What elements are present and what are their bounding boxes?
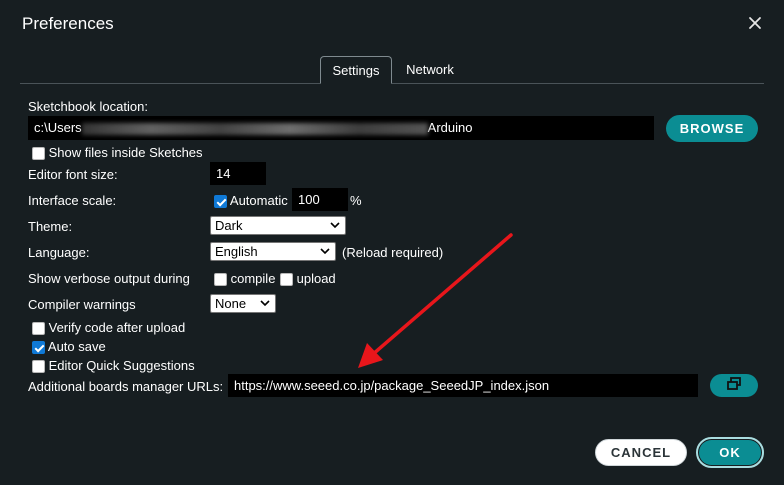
interface-scale-label: Interface scale: <box>28 193 117 208</box>
quick-suggestions-label: Editor Quick Suggestions <box>48 358 195 373</box>
auto-save-checkbox[interactable] <box>32 341 45 355</box>
verbose-output-label: Show verbose output during <box>28 271 190 286</box>
chevron-down-icon <box>320 248 330 255</box>
verbose-compile-row: compile <box>214 271 276 287</box>
reload-required-note: (Reload required) <box>342 245 444 260</box>
tabs-divider <box>20 83 764 84</box>
language-select[interactable]: English <box>210 242 336 261</box>
tab-network[interactable]: Network <box>396 56 464 84</box>
sketchbook-path-suffix: Arduino <box>427 120 473 135</box>
compiler-warnings-selected-value: None <box>215 296 247 311</box>
percent-sign: % <box>350 193 362 208</box>
sketchbook-location-label: Sketchbook location: <box>28 99 148 114</box>
theme-selected-value: Dark <box>215 218 243 233</box>
close-icon[interactable] <box>745 13 765 33</box>
boards-urls-input[interactable]: https://www.seeed.co.jp/package_SeeedJP_… <box>228 374 698 397</box>
sketchbook-location-field[interactable]: c:\Users Arduino <box>28 116 654 140</box>
quick-suggestions-row: Editor Quick Suggestions <box>32 358 195 374</box>
automatic-row: Automatic <box>214 193 288 209</box>
open-window-icon <box>727 377 741 390</box>
language-label: Language: <box>28 245 90 260</box>
redacted-path-segment <box>81 122 428 135</box>
open-url-editor-button[interactable] <box>710 374 758 397</box>
show-files-row: Show files inside Sketches <box>32 145 203 161</box>
compiler-warnings-select[interactable]: None <box>210 294 276 313</box>
show-files-checkbox[interactable] <box>32 147 45 161</box>
interface-scale-input[interactable]: 100 <box>292 188 348 211</box>
upload-checkbox[interactable] <box>280 273 293 287</box>
sketchbook-path-prefix: c:\Users <box>34 120 82 135</box>
auto-save-label: Auto save <box>47 339 106 354</box>
annotation-arrow <box>358 233 513 368</box>
theme-label: Theme: <box>28 219 73 234</box>
quick-suggestions-checkbox[interactable] <box>32 360 45 374</box>
compile-label: compile <box>230 271 276 286</box>
upload-label: upload <box>296 271 336 286</box>
dialog-title: Preferences <box>22 14 114 33</box>
chevron-down-icon <box>260 300 270 307</box>
automatic-checkbox[interactable] <box>214 195 227 209</box>
tab-settings[interactable]: Settings <box>320 56 392 84</box>
language-selected-value: English <box>215 244 258 259</box>
automatic-label: Automatic <box>229 193 288 208</box>
compiler-warnings-label: Compiler warnings <box>28 297 136 312</box>
theme-select[interactable]: Dark <box>210 216 346 235</box>
verify-label: Verify code after upload <box>48 320 186 335</box>
auto-save-row: Auto save <box>32 339 106 355</box>
ok-button[interactable]: OK <box>699 440 761 465</box>
verify-row: Verify code after upload <box>32 320 186 336</box>
verify-checkbox[interactable] <box>32 322 45 336</box>
show-files-label: Show files inside Sketches <box>48 145 203 160</box>
font-size-input[interactable]: 14 <box>210 162 266 185</box>
boards-urls-label: Additional boards manager URLs: <box>28 379 224 394</box>
chevron-down-icon <box>330 222 340 229</box>
font-size-label: Editor font size: <box>28 167 118 182</box>
browse-button[interactable]: BROWSE <box>666 115 758 142</box>
compile-checkbox[interactable] <box>214 273 227 287</box>
verbose-upload-row: upload <box>280 271 336 287</box>
cancel-button[interactable]: CANCEL <box>595 439 687 466</box>
